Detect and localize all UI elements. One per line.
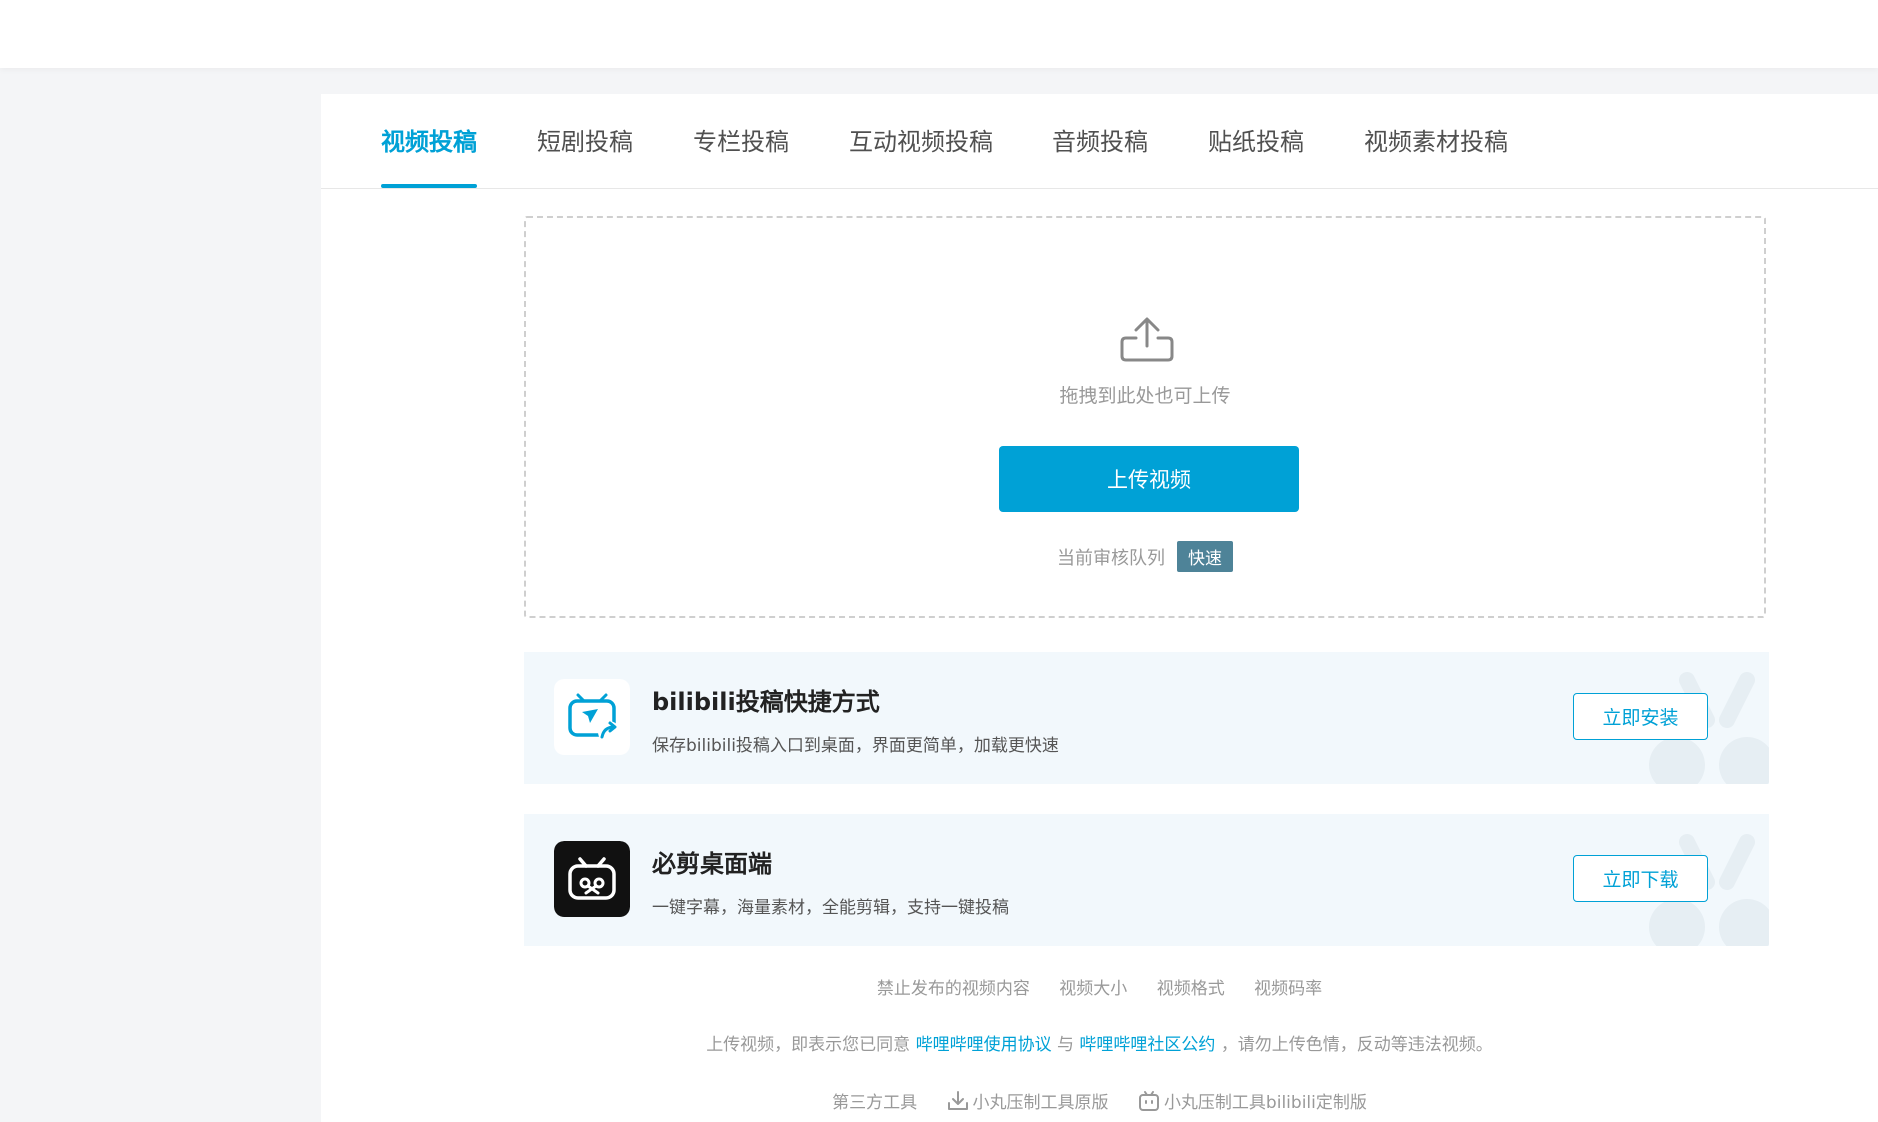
card-description: 一键字幕，海量素材，全能剪辑，支持一键投稿: [652, 898, 1009, 918]
terms-of-use-link[interactable]: 哔哩哔哩使用协议: [916, 1035, 1052, 1055]
tab-video-material[interactable]: 视频素材投稿: [1364, 122, 1508, 188]
queue-status-badge: 快速: [1177, 541, 1233, 572]
agreement-suffix: ，请勿上传色情，反动等违法视频。: [1220, 1035, 1493, 1055]
top-header-bar: [0, 0, 1878, 68]
link-video-bitrate[interactable]: 视频码率: [1254, 979, 1322, 999]
link-video-format[interactable]: 视频格式: [1157, 979, 1225, 999]
drop-hint-text: 拖拽到此处也可上传: [1059, 385, 1231, 407]
download-button[interactable]: 立即下载: [1573, 855, 1708, 902]
card-description: 保存bilibili投稿入口到桌面，界面更简单，加载更快速: [652, 736, 1059, 756]
tool-bilibili-link[interactable]: 小丸压制工具bilibili定制版: [1138, 1088, 1367, 1113]
community-guidelines-link[interactable]: 哔哩哔哩社区公约: [1079, 1035, 1215, 1055]
link-prohibited-content[interactable]: 禁止发布的视频内容: [877, 979, 1030, 999]
tab-sticker[interactable]: 贴纸投稿: [1208, 122, 1304, 188]
review-queue: 当前审核队列 快速: [526, 541, 1764, 572]
shortcut-card: bilibili投稿快捷方式 保存bilibili投稿入口到桌面，界面更简单，加…: [524, 652, 1769, 784]
card-title: 必剪桌面端: [652, 850, 772, 878]
tab-video[interactable]: 视频投稿: [381, 122, 477, 188]
info-links: 禁止发布的视频内容 视频大小 视频格式 视频码率: [321, 974, 1878, 999]
upload-icon: [1120, 317, 1174, 362]
tab-column[interactable]: 专栏投稿: [693, 122, 789, 188]
tool-original-link[interactable]: 小丸压制工具原版: [947, 1088, 1109, 1113]
tab-audio[interactable]: 音频投稿: [1052, 122, 1148, 188]
agreement-prefix: 上传视频，即表示您已同意: [706, 1035, 911, 1055]
upload-video-button[interactable]: 上传视频: [999, 446, 1299, 512]
bijian-app-icon: [554, 841, 630, 917]
submission-tabs: 视频投稿 短剧投稿 专栏投稿 互动视频投稿 音频投稿 贴纸投稿 视频素材投稿: [321, 94, 1878, 189]
bilibili-shortcut-icon: [554, 679, 630, 755]
queue-label: 当前审核队列: [1057, 548, 1165, 569]
install-button[interactable]: 立即安装: [1573, 693, 1708, 740]
agreement-conjunction: 与: [1057, 1035, 1074, 1055]
tab-short-drama[interactable]: 短剧投稿: [537, 122, 633, 188]
tab-interactive-video[interactable]: 互动视频投稿: [849, 122, 993, 188]
bijian-card: 必剪桌面端 一键字幕，海量素材，全能剪辑，支持一键投稿 立即下载: [524, 814, 1769, 946]
tool-bilibili-label: 小丸压制工具bilibili定制版: [1163, 1093, 1367, 1113]
download-icon: [947, 1091, 968, 1110]
bilibili-tv-icon: [1138, 1091, 1159, 1111]
tools-label: 第三方工具: [832, 1093, 918, 1113]
link-video-size[interactable]: 视频大小: [1059, 979, 1127, 999]
agreement-notice: 上传视频，即表示您已同意 哔哩哔哩使用协议 与 哔哩哔哩社区公约 ，请勿上传色情…: [321, 1030, 1878, 1055]
tool-original-label: 小丸压制工具原版: [972, 1093, 1109, 1113]
upload-panel: 视频投稿 短剧投稿 专栏投稿 互动视频投稿 音频投稿 贴纸投稿 视频素材投稿 拖…: [321, 94, 1878, 1122]
drop-zone[interactable]: 拖拽到此处也可上传 上传视频 当前审核队列 快速: [524, 216, 1766, 618]
card-title: bilibili投稿快捷方式: [652, 688, 880, 716]
third-party-tools: 第三方工具 小丸压制工具原版 小丸压制工具bilibili定制版: [321, 1088, 1878, 1113]
